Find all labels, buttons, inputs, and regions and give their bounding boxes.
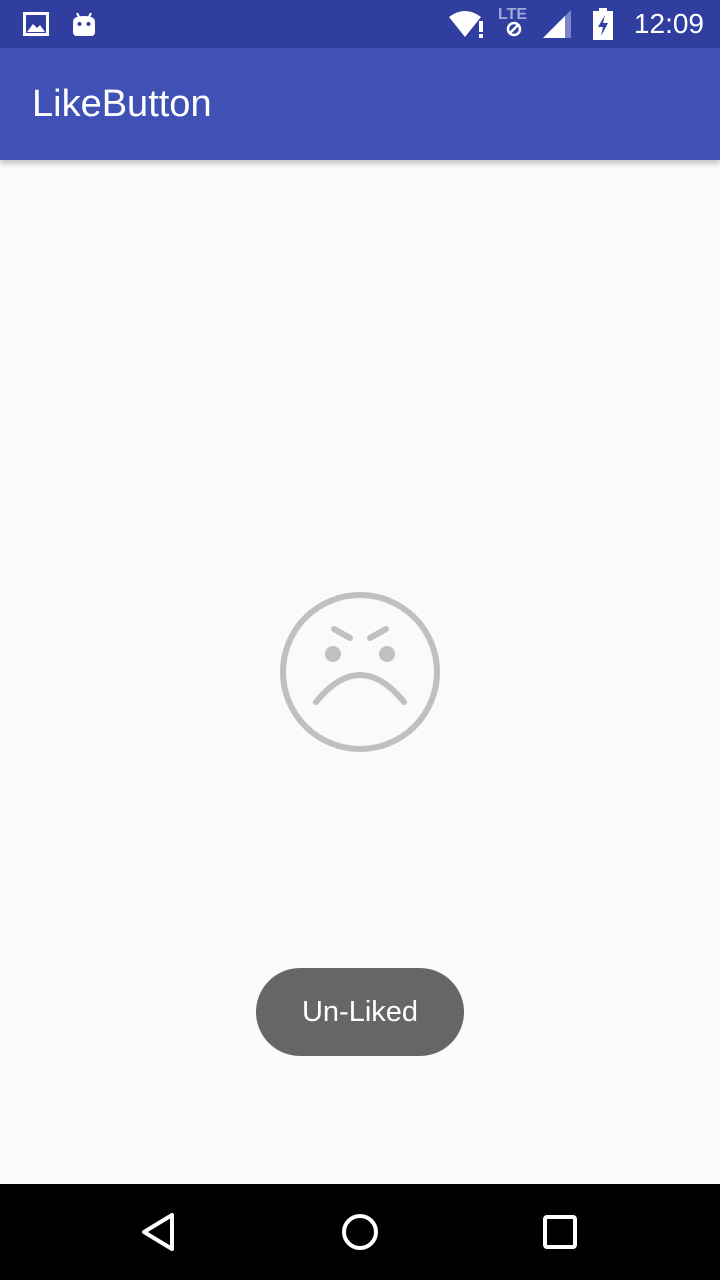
navigation-bar (0, 1184, 720, 1280)
android-notification-icon (70, 0, 98, 48)
sad-face-icon (280, 592, 440, 752)
back-icon (142, 1213, 174, 1251)
image-notification-icon (22, 0, 50, 48)
cell-signal-icon (540, 0, 574, 48)
status-bar: LTE 12:09 (0, 0, 720, 48)
home-icon (342, 1214, 378, 1250)
lte-icon: LTE (496, 0, 536, 48)
toast: Un-Liked (256, 968, 464, 1056)
back-button[interactable] (100, 1184, 220, 1280)
recents-icon (543, 1215, 577, 1249)
screen: LTE 12:09 LikeButton Un-Liked (0, 0, 720, 1280)
home-button[interactable] (300, 1184, 420, 1280)
status-time: 12:09 (633, 8, 704, 39)
wifi-icon (448, 0, 486, 48)
recents-button[interactable] (500, 1184, 620, 1280)
like-button[interactable] (280, 592, 440, 752)
main-content: Un-Liked (0, 160, 720, 1184)
app-title: LikeButton (32, 82, 212, 125)
app-bar: LikeButton (0, 48, 720, 160)
battery-charging-icon (590, 0, 616, 48)
toast-message: Un-Liked (301, 995, 419, 1028)
lte-label: LTE (498, 6, 528, 23)
